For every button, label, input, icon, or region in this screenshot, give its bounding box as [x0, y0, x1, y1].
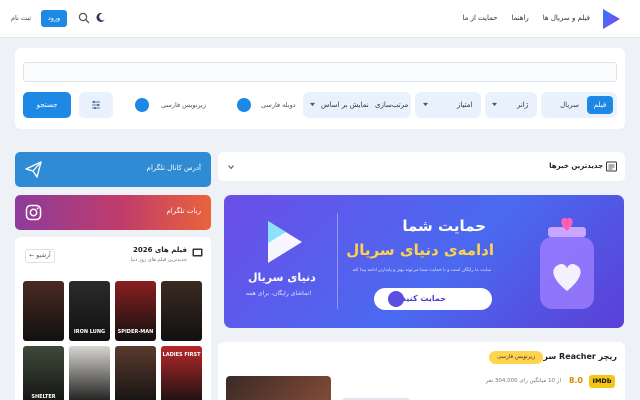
films-title: فیلم های 2026 [132, 246, 187, 254]
imdb-score: 8.0 [568, 376, 583, 385]
series-thumbnail[interactable] [226, 376, 331, 400]
telegram-icon [25, 161, 42, 178]
genre-select[interactable]: ژانر [485, 92, 537, 118]
banner-title-2: ادامه‌ی دنیای سریال [346, 241, 494, 259]
top-header: فیلم و سریال ها راهنما حمایت از ما ورود … [0, 0, 640, 38]
banner-brand: دنیای سریال [248, 271, 316, 284]
archive-label: آرشیو [36, 252, 51, 259]
support-button[interactable]: حمایت کنید [374, 288, 492, 310]
films-subtitle: جدیدترین فیلم های روز دنیا [130, 257, 187, 263]
newspaper-icon [606, 161, 617, 172]
dubbed-toggle[interactable] [237, 98, 251, 112]
chevron-down-icon [310, 102, 315, 107]
poster-7[interactable] [69, 346, 110, 400]
sort-value: نمایش بر اساس [321, 101, 369, 109]
heart-jar-icon [540, 217, 594, 309]
main-nav: فیلم و سریال ها راهنما حمایت از ما [462, 14, 590, 22]
poster-4[interactable] [23, 281, 64, 341]
instagram-icon [25, 204, 42, 221]
subtitle-badge: زیرنویس فارسی [488, 351, 543, 364]
poster-2[interactable]: SPIDER-MAN [115, 281, 156, 341]
arrow-left-icon: ← [29, 252, 35, 259]
poster-6[interactable] [115, 346, 156, 400]
register-link[interactable]: ثبت نام [11, 14, 31, 22]
banner-divider [337, 213, 338, 309]
poster-5[interactable]: LADIES FIRST [161, 346, 202, 400]
subtitle-toggle-label: زیرنویس فارسی [161, 101, 206, 109]
genre-label: ژانر [517, 101, 529, 109]
series-title[interactable]: سریال Reacher ریچر [530, 352, 617, 361]
archive-button[interactable]: ← آرشیو [25, 249, 55, 263]
subtitle-toggle[interactable] [135, 98, 149, 112]
film-icon [192, 248, 203, 257]
banner-description: سایت ما رایگان است و با حمایت شما می‌تون… [352, 268, 491, 273]
poster-3[interactable]: IRON LUNG [69, 281, 110, 341]
sort-select[interactable]: نمایش بر اساس مرتب‌سازی [303, 92, 411, 118]
heart-icon [388, 291, 404, 307]
support-button-label: حمایت کنید [401, 294, 446, 303]
rating-select[interactable]: امتیاز [415, 92, 481, 118]
search-submit-button[interactable]: جستجو [23, 92, 71, 118]
imdb-badge: IMDb [589, 375, 615, 388]
news-accordion[interactable]: جدیدترین خبرها [218, 152, 625, 181]
search-icon[interactable] [78, 12, 90, 24]
chevron-down-icon [492, 102, 497, 107]
banner-title-1: حمایت شما [402, 217, 486, 235]
nav-item-support[interactable]: حمایت از ما [462, 14, 497, 22]
nav-item-movies[interactable]: فیلم و سریال ها [543, 14, 590, 22]
nav-item-guide[interactable]: راهنما [511, 14, 528, 22]
type-series-button[interactable]: سریال [560, 101, 579, 109]
play-logo-icon [268, 221, 302, 263]
telegram-bot-label: ربات تلگرام [166, 207, 201, 215]
poster-8[interactable]: SHELTER [23, 346, 64, 400]
sliders-icon [92, 100, 100, 110]
poster-title: SPIDER-MAN [117, 329, 154, 335]
rating-label: امتیاز [457, 101, 473, 109]
poster-1[interactable] [161, 281, 202, 341]
support-banner: حمایت شما ادامه‌ی دنیای سریال سایت ما را… [224, 195, 624, 328]
filter-settings-button[interactable] [79, 92, 113, 118]
type-switch: فیلم سریال [541, 92, 617, 118]
poster-title: IRON LUNG [73, 329, 106, 335]
vote-count: از 10 میانگین رای 304,000 نفر [485, 378, 561, 384]
search-input[interactable] [23, 62, 617, 82]
poster-title: LADIES FIRST [162, 352, 201, 358]
login-button[interactable]: ورود [41, 10, 67, 27]
films-2026-card: فیلم های 2026 جدیدترین فیلم های روز دنیا… [15, 237, 211, 400]
type-movie-button[interactable]: فیلم [587, 96, 613, 114]
sort-label: مرتب‌سازی [375, 101, 409, 109]
telegram-channel-label: آدرس کانال تلگرام [146, 164, 201, 172]
site-logo-icon[interactable] [600, 7, 622, 31]
telegram-channel-link[interactable]: آدرس کانال تلگرام [15, 152, 211, 187]
search-panel: جستجو زیرنویس فارسی دوبله فارسی نمایش بر… [15, 48, 625, 129]
news-title: جدیدترین خبرها [549, 162, 603, 170]
chevron-down-icon [228, 165, 234, 170]
moon-icon[interactable] [95, 12, 106, 23]
banner-brand-sub: تماشای رایگان، برای همه! [246, 290, 312, 297]
poster-title: SHELTER [31, 394, 56, 400]
telegram-bot-link[interactable]: ربات تلگرام [15, 195, 211, 230]
chevron-down-icon [423, 102, 428, 107]
series-card[interactable]: سریال Reacher ریچر زیرنویس فارسی IMDb 8.… [218, 342, 625, 400]
dubbed-toggle-label: دوبله فارسی [261, 101, 296, 109]
